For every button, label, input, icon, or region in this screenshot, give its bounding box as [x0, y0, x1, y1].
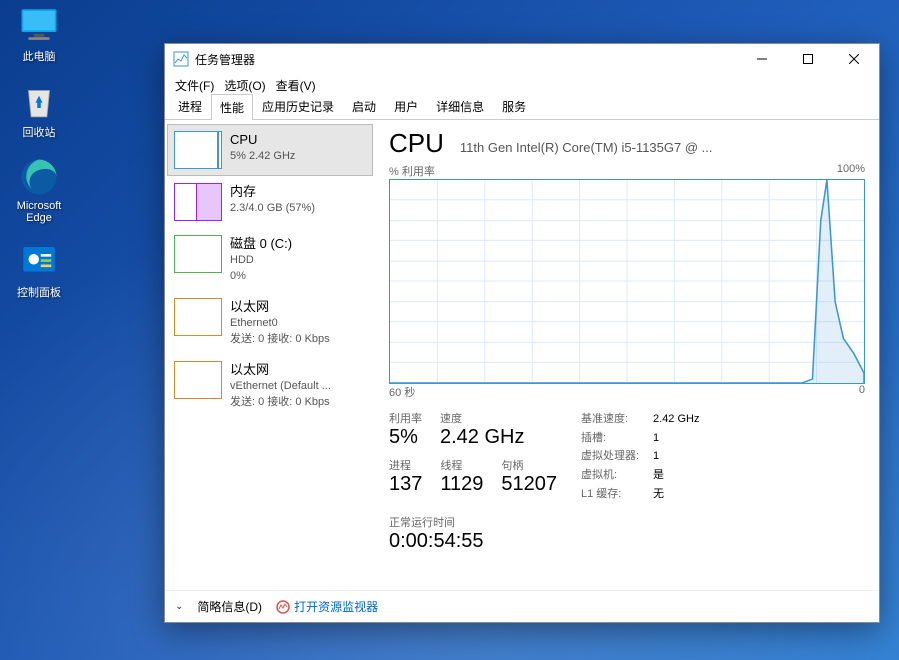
tab-processes[interactable]: 进程: [169, 93, 211, 119]
close-button[interactable]: [831, 44, 877, 74]
sidebar-sub: Ethernet0: [230, 316, 330, 331]
fewer-details-button[interactable]: 简略信息(D): [197, 598, 262, 615]
maximize-button[interactable]: [785, 44, 831, 74]
sidebar-title: 磁盘 0 (C:): [230, 235, 292, 253]
open-resource-monitor-link[interactable]: 打开资源监视器: [276, 598, 378, 615]
cpu-usage-chart[interactable]: [389, 179, 865, 384]
tabbar: 进程 性能 应用历史记录 启动 用户 详细信息 服务: [165, 96, 879, 120]
cpu-stats: 利用率5% 速度2.42 GHz 进程137 线程1129 句柄51207 正常…: [389, 410, 865, 553]
chart-bottom-left-label: 60 秒: [389, 384, 415, 400]
l1-value: 无: [653, 485, 664, 504]
vproc-value: 1: [653, 447, 659, 466]
cpu-meta: 基准速度:2.42 GHz 插槽:1 虚拟处理器:1 虚拟机:是 L1 缓存:无: [581, 410, 699, 553]
l1-label: L1 缓存:: [581, 485, 653, 504]
sidebar-sub: 2.3/4.0 GB (57%): [230, 201, 315, 216]
speed-value: 2.42 GHz: [440, 426, 524, 449]
sidebar-sub2: 0%: [230, 269, 292, 284]
monitor-icon: [18, 4, 60, 46]
sidebar-sub: 5% 2.42 GHz: [230, 149, 295, 164]
chart-top-right-label: 100%: [837, 163, 865, 179]
base-speed-value: 2.42 GHz: [653, 410, 699, 429]
tab-performance[interactable]: 性能: [211, 94, 253, 120]
desktop-icon-recycle-bin[interactable]: 回收站: [4, 80, 74, 140]
sidebar-sub: vEthernet (Default ...: [230, 379, 331, 394]
chart-top-left-label: % 利用率: [389, 163, 435, 179]
footer: ⌄ 简略信息(D) 打开资源监视器: [165, 590, 879, 622]
sidebar-item-vethernet[interactable]: 以太网vEthernet (Default ...发送: 0 接收: 0 Kbp…: [167, 354, 373, 417]
proc-value: 137: [389, 473, 422, 496]
cpu-model: 11th Gen Intel(R) Core(TM) i5-1135G7 @ .…: [460, 140, 713, 155]
control-panel-icon: [18, 240, 60, 282]
desktop-label: 回收站: [23, 124, 56, 140]
chevron-down-icon[interactable]: ⌄: [175, 601, 183, 612]
desktop-icon-this-pc[interactable]: 此电脑: [4, 4, 74, 64]
cpu-detail-panel: CPU 11th Gen Intel(R) Core(TM) i5-1135G7…: [375, 120, 879, 590]
sidebar-item-disk[interactable]: 磁盘 0 (C:)HDD0%: [167, 228, 373, 291]
desktop-icon-control-panel[interactable]: 控制面板: [4, 240, 74, 300]
tab-users[interactable]: 用户: [385, 93, 427, 119]
desktop: 此电脑 回收站 Microsoft Edge 控制面板: [4, 4, 74, 300]
content-area: CPU5% 2.42 GHz 内存2.3/4.0 GB (57%) 磁盘 0 (…: [165, 120, 879, 590]
sidebar-item-ethernet0[interactable]: 以太网Ethernet0发送: 0 接收: 0 Kbps: [167, 291, 373, 354]
cpu-heading: CPU: [389, 128, 444, 159]
tab-startup[interactable]: 启动: [343, 93, 385, 119]
proc-label: 进程: [389, 457, 422, 473]
sidebar-sub: HDD: [230, 253, 292, 268]
ethernet-thumb-icon: [174, 298, 222, 336]
edge-icon: [18, 156, 60, 198]
desktop-label: Microsoft Edge: [4, 200, 74, 224]
util-value: 5%: [389, 426, 422, 449]
hnd-value: 51207: [501, 473, 557, 496]
tab-app-history[interactable]: 应用历史记录: [253, 93, 343, 119]
desktop-label: 控制面板: [17, 284, 61, 300]
uptime-value: 0:00:54:55: [389, 530, 557, 553]
hnd-label: 句柄: [501, 457, 557, 473]
vproc-label: 虚拟处理器:: [581, 447, 653, 466]
task-manager-window: 任务管理器 文件(F) 选项(O) 查看(V) 进程 性能 应用历史记录 启动 …: [164, 43, 880, 623]
sidebar-title: 以太网: [230, 361, 331, 379]
cpu-thumb-icon: [174, 131, 222, 169]
titlebar[interactable]: 任务管理器: [165, 44, 879, 74]
resource-monitor-icon: [276, 600, 290, 614]
vm-value: 是: [653, 466, 664, 485]
performance-sidebar: CPU5% 2.42 GHz 内存2.3/4.0 GB (57%) 磁盘 0 (…: [165, 120, 375, 590]
util-label: 利用率: [389, 410, 422, 426]
sidebar-sub2: 发送: 0 接收: 0 Kbps: [230, 395, 331, 410]
tab-services[interactable]: 服务: [493, 93, 535, 119]
desktop-label: 此电脑: [23, 48, 56, 64]
task-manager-icon: [173, 51, 189, 67]
sidebar-sub2: 发送: 0 接收: 0 Kbps: [230, 332, 330, 347]
desktop-icon-edge[interactable]: Microsoft Edge: [4, 156, 74, 224]
speed-label: 速度: [440, 410, 524, 426]
sockets-label: 插槽:: [581, 429, 653, 448]
thr-value: 1129: [440, 473, 483, 496]
thr-label: 线程: [440, 457, 483, 473]
minimize-button[interactable]: [739, 44, 785, 74]
sidebar-title: 内存: [230, 183, 315, 201]
vm-label: 虚拟机:: [581, 466, 653, 485]
recycle-bin-icon: [18, 80, 60, 122]
tab-details[interactable]: 详细信息: [427, 93, 493, 119]
sidebar-title: 以太网: [230, 298, 330, 316]
sockets-value: 1: [653, 429, 659, 448]
disk-thumb-icon: [174, 235, 222, 273]
ethernet-thumb-icon: [174, 361, 222, 399]
window-title: 任务管理器: [195, 51, 739, 68]
sidebar-item-cpu[interactable]: CPU5% 2.42 GHz: [167, 124, 373, 176]
memory-thumb-icon: [174, 183, 222, 221]
sidebar-title: CPU: [230, 131, 295, 149]
uptime-label: 正常运行时间: [389, 514, 557, 530]
chart-bottom-right-label: 0: [859, 384, 865, 400]
base-speed-label: 基准速度:: [581, 410, 653, 429]
sidebar-item-memory[interactable]: 内存2.3/4.0 GB (57%): [167, 176, 373, 228]
